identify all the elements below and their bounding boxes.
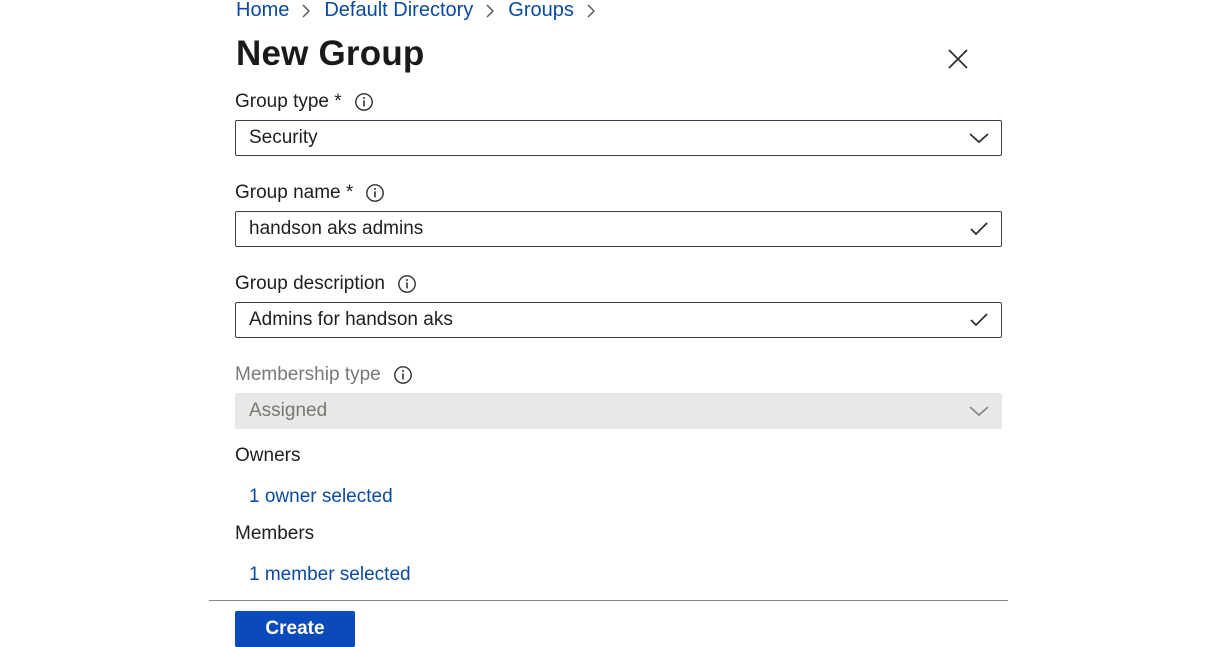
group-description-value: Admins for handson aks [249, 309, 453, 330]
create-button[interactable]: Create [235, 611, 355, 647]
group-type-label-text: Group type * [235, 91, 342, 112]
group-type-value: Security [249, 127, 318, 148]
membership-type-label-text: Membership type [235, 364, 381, 385]
group-type-dropdown[interactable]: Security [235, 120, 1002, 156]
group-name-label-text: Group name * [235, 182, 354, 203]
close-icon [948, 49, 968, 69]
owners-label: Owners [235, 445, 301, 466]
info-icon[interactable] [365, 183, 385, 203]
breadcrumb-groups-link[interactable]: Groups [508, 0, 574, 22]
chevron-down-icon [959, 121, 999, 155]
group-description-label-text: Group description [235, 273, 385, 294]
membership-type-value: Assigned [249, 400, 328, 421]
group-description-label: Group description [235, 271, 417, 297]
breadcrumb-directory-link[interactable]: Default Directory [324, 0, 473, 22]
members-selected-link[interactable]: 1 member selected [249, 564, 411, 586]
breadcrumb-home-link[interactable]: Home [236, 0, 289, 22]
membership-type-label: Membership type [235, 362, 413, 388]
chevron-right-icon [485, 2, 495, 18]
owners-selected-link[interactable]: 1 owner selected [249, 486, 393, 508]
group-type-label: Group type * [235, 89, 374, 115]
info-icon[interactable] [397, 274, 417, 294]
group-name-value: handson aks admins [249, 218, 424, 239]
chevron-right-icon [301, 2, 311, 18]
membership-type-dropdown: Assigned [235, 393, 1002, 429]
checkmark-icon [959, 303, 999, 337]
info-icon[interactable] [354, 92, 374, 112]
close-button[interactable] [941, 42, 975, 76]
breadcrumb: Home Default Directory Groups [236, 0, 609, 24]
chevron-right-icon [586, 2, 596, 18]
page-title: New Group [236, 34, 425, 73]
checkmark-icon [959, 212, 999, 246]
members-label: Members [235, 523, 315, 544]
group-name-label: Group name * [235, 180, 385, 206]
group-description-field[interactable]: Admins for handson aks [235, 302, 1002, 338]
group-name-field[interactable]: handson aks admins [235, 211, 1002, 247]
footer-divider [209, 600, 1008, 601]
info-icon[interactable] [393, 365, 413, 385]
chevron-down-icon [959, 394, 999, 428]
